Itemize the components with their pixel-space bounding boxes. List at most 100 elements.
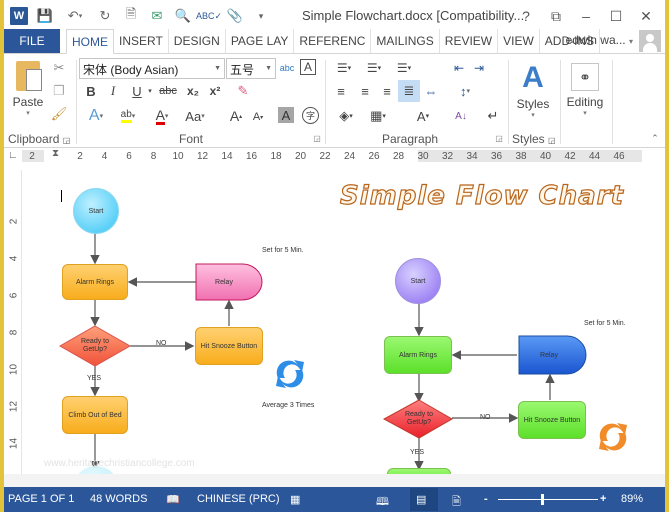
align-right-icon[interactable]: ≡ xyxy=(378,82,396,100)
web-layout-icon[interactable]: 🗎 xyxy=(452,493,461,512)
customize-qat-icon[interactable]: ▾ xyxy=(250,5,272,27)
macro-recording-icon[interactable]: ▦ xyxy=(290,493,300,506)
italic-button[interactable]: I xyxy=(104,82,122,100)
line-spacing-icon[interactable]: ↕ ▾ xyxy=(452,82,478,100)
tab-references[interactable]: REFERENC xyxy=(294,29,372,53)
editing-button[interactable]: ⚭ Editing ▾ xyxy=(562,58,608,122)
document-page[interactable]: Simple Flow Chart Start Alarm Rings Rela… xyxy=(22,166,665,474)
bullets-icon[interactable]: ☰ ▾ xyxy=(330,59,358,77)
ribbon-display-options-button[interactable]: ⧉ xyxy=(541,5,571,27)
cut-icon[interactable]: ✂ xyxy=(50,59,68,77)
paste-button[interactable]: Paste ▾ xyxy=(8,58,48,120)
tab-view[interactable]: VIEW xyxy=(498,29,540,53)
highlight-color-icon[interactable]: ab ▾ xyxy=(114,106,142,126)
ruler-tick-label: 10 xyxy=(172,151,184,162)
zoom-slider-thumb[interactable] xyxy=(541,494,544,505)
grow-font-button[interactable]: A ▴ xyxy=(228,106,244,126)
borders-icon[interactable]: ▦ ▾ xyxy=(364,106,392,126)
phonetic-guide-icon[interactable]: abc xyxy=(278,58,296,78)
tab-file[interactable]: FILE xyxy=(4,29,60,53)
proofing-icon[interactable]: 📖 xyxy=(166,493,180,506)
underline-button[interactable]: U xyxy=(128,82,146,100)
zoom-out-button[interactable]: - xyxy=(484,493,488,505)
read-mode-icon[interactable]: 🕮 xyxy=(376,493,389,512)
numbering-icon[interactable]: ☰ ▾ xyxy=(360,59,388,77)
start-node-1[interactable]: Start xyxy=(73,188,119,234)
tab-review[interactable]: REVIEW xyxy=(440,29,499,53)
multilevel-list-icon[interactable]: ☰ ▾ xyxy=(390,59,418,77)
new-document-icon[interactable]: 🗎 xyxy=(120,5,142,27)
maximize-button[interactable]: ☐ xyxy=(601,5,631,27)
enclose-characters-button[interactable]: 字 xyxy=(302,107,319,124)
decrease-indent-icon[interactable]: ⇤ xyxy=(450,59,468,77)
character-border-icon[interactable]: A xyxy=(300,59,316,75)
word-logo-icon[interactable]: W xyxy=(8,5,30,27)
avatar[interactable] xyxy=(639,30,661,52)
alarm-rings-node-1[interactable]: Alarm Rings xyxy=(62,264,128,300)
spelling-check-icon[interactable]: ABC✓ xyxy=(196,5,222,27)
asian-layout-icon[interactable]: A ▾ xyxy=(408,106,438,126)
show-formatting-marks-icon[interactable]: ↵ xyxy=(484,106,502,126)
ruler-tick-label: 40 xyxy=(539,151,552,162)
close-button[interactable]: ✕ xyxy=(631,5,661,27)
font-dialog-launcher-icon[interactable]: ◲ xyxy=(312,132,322,144)
user-account-menu[interactable]: edwin wa... ▾ xyxy=(566,33,633,47)
zoom-in-button[interactable]: + xyxy=(600,493,606,505)
indent-marker-icon[interactable]: ⧗ xyxy=(52,148,59,159)
align-center-icon[interactable]: ≡ xyxy=(356,82,374,100)
undo-icon[interactable]: ↶ ▾ xyxy=(60,5,90,27)
shading-icon[interactable]: ◈ ▾ xyxy=(332,106,360,126)
sort-icon[interactable]: A↓ xyxy=(452,106,470,126)
minimize-button[interactable]: – xyxy=(571,5,601,27)
chevron-down-icon[interactable]: ▾ xyxy=(146,82,154,100)
font-size-dropdown[interactable]: 五号 ▼ xyxy=(226,58,276,79)
distributed-icon[interactable]: ⇔ xyxy=(422,82,440,100)
styles-button[interactable]: A Styles ▾ xyxy=(510,58,556,124)
tab-selector-icon[interactable]: ∟ xyxy=(8,150,20,162)
zoom-slider-track[interactable] xyxy=(498,499,598,500)
change-case-button[interactable]: Aa ▾ xyxy=(180,106,210,126)
hit-snooze-node-1[interactable]: Hit Snooze Button xyxy=(195,327,263,365)
vertical-ruler[interactable]: 2 4 6 8 10 12 14 xyxy=(6,170,22,474)
page-count[interactable]: PAGE 1 OF 1 xyxy=(8,493,74,505)
clear-formatting-icon[interactable]: ✎ xyxy=(234,82,252,100)
font-color-icon[interactable]: A ▾ xyxy=(148,106,176,126)
editing-label: Editing xyxy=(566,95,604,109)
refresh-blue-icon xyxy=(276,360,304,388)
character-shading-button[interactable]: A xyxy=(278,107,294,123)
tab-page-layout[interactable]: PAGE LAY xyxy=(226,29,295,53)
text-effects-icon[interactable]: A ▾ xyxy=(84,106,108,126)
shrink-font-button[interactable]: A ▾ xyxy=(250,108,266,126)
print-preview-icon[interactable]: 🔍 xyxy=(172,5,194,27)
word-count[interactable]: 48 WORDS xyxy=(90,493,147,505)
attach-icon[interactable]: 📎 xyxy=(224,5,246,27)
copy-icon[interactable]: ❐ xyxy=(50,82,68,100)
save-icon[interactable]: 💾 xyxy=(34,5,56,27)
print-layout-icon[interactable]: ▤ xyxy=(416,493,426,506)
alarm-rings-node-2[interactable]: Alarm Rings xyxy=(384,336,452,374)
hit-snooze-node-2[interactable]: Hit Snooze Button xyxy=(518,401,586,439)
redo-icon[interactable]: ↻ xyxy=(94,5,116,27)
horizontal-ruler[interactable]: ∟ ⧗ 2 2 4 6 8 10 12 14 16 18 20 22 24 26 28 30 32 34 36 38 4… xyxy=(4,148,665,166)
justify-icon[interactable]: ≣ xyxy=(398,80,420,102)
language-indicator[interactable]: CHINESE (PRC) xyxy=(197,493,280,505)
align-left-icon[interactable]: ≡ xyxy=(332,82,350,100)
tab-design[interactable]: DESIGN xyxy=(169,29,226,53)
font-name-dropdown[interactable]: 宋体 (Body Asian) ▼ xyxy=(79,58,225,79)
send-icon[interactable]: ✉ xyxy=(146,5,168,27)
tab-home[interactable]: HOME xyxy=(66,29,114,54)
strikethrough-button[interactable]: abc xyxy=(156,82,180,100)
collapse-ribbon-icon[interactable]: ⌃ xyxy=(650,132,660,144)
help-button[interactable]: ? xyxy=(511,5,541,27)
subscript-button[interactable]: x₂ xyxy=(184,82,202,100)
start-node-2[interactable]: Start xyxy=(395,258,441,304)
tab-insert[interactable]: INSERT xyxy=(114,29,169,53)
superscript-button[interactable]: x² xyxy=(206,82,224,100)
paragraph-dialog-launcher-icon[interactable]: ◲ xyxy=(494,132,504,144)
bold-button[interactable]: B xyxy=(82,82,100,100)
climb-out-node-1[interactable]: Climb Out of Bed xyxy=(62,396,128,434)
format-painter-icon[interactable]: 🖌 xyxy=(50,105,68,123)
tab-mailings[interactable]: MAILINGS xyxy=(371,29,440,53)
zoom-level[interactable]: 89% xyxy=(621,493,643,505)
increase-indent-icon[interactable]: ⇥ xyxy=(470,59,488,77)
